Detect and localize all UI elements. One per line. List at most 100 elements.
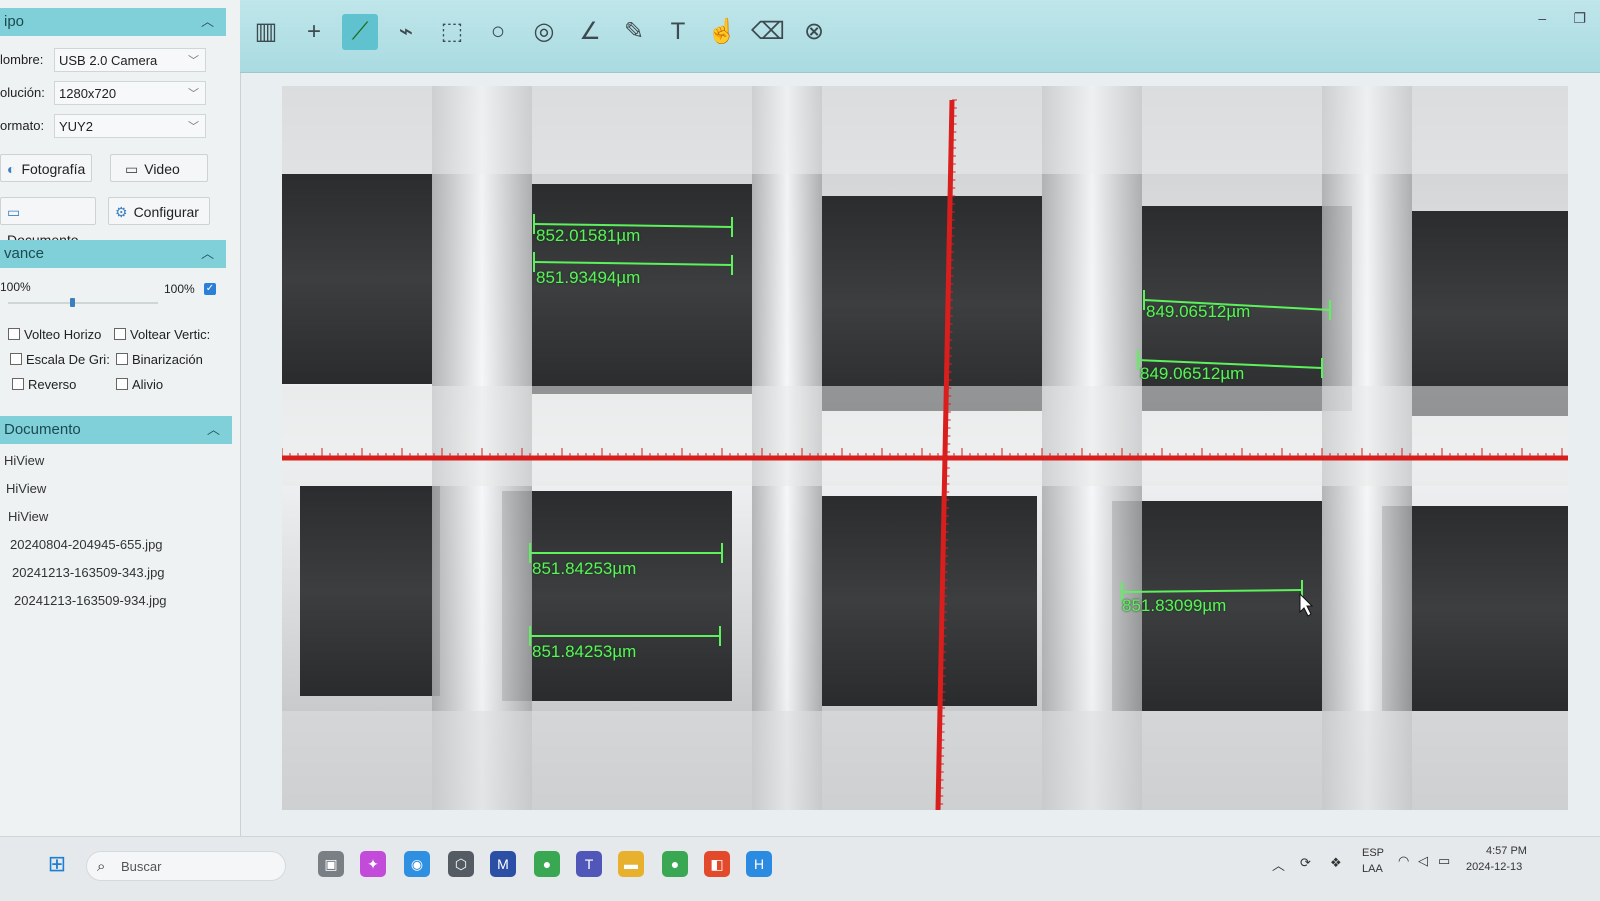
polyline-icon[interactable]: ⌁ [388, 14, 424, 50]
camera-preview[interactable]: 852.01581µm 851.93494µm 849.06512µm 849.… [282, 86, 1568, 810]
taskbar: ⊞ ⌕ Buscar ▣ ✦ ◉ ⬡ M ● T ▬ ● ◧ H ︿ ⟳ ❖ E… [0, 836, 1600, 901]
gear-icon: ⚙ [115, 204, 128, 220]
checkbox-volteo-horizontal[interactable]: Volteo Horizo [8, 327, 101, 342]
app-window: ipo ︿ lombre: USB 2.0 Camera ﹀ olución: … [0, 0, 1600, 860]
file-list-item[interactable]: 20241213-163509-934.jpg [14, 593, 167, 608]
checkbox-box[interactable] [114, 328, 126, 340]
format-select[interactable]: YUY2 ﹀ [54, 114, 206, 138]
file-list-item[interactable]: 20241213-163509-343.jpg [12, 565, 165, 580]
checkbox-box[interactable] [10, 353, 22, 365]
measurement-label[interactable]: 849.06512µm [1140, 364, 1244, 384]
checkbox-label: Volteo Horizo [24, 327, 102, 342]
folder-icon: ▭ [7, 204, 21, 220]
chrome-icon[interactable]: ● [534, 851, 560, 877]
checkbox-label: Alivio [132, 377, 164, 392]
pencil-icon[interactable]: ✎ [616, 14, 652, 50]
measurement-label[interactable]: 852.01581µm [536, 226, 640, 246]
volume-icon[interactable]: ◁ [1418, 853, 1428, 869]
chevron-up-icon[interactable]: ︿ [207, 416, 220, 444]
format-value: YUY2 [59, 119, 93, 134]
teams-icon[interactable]: T [576, 851, 602, 877]
sync-icon[interactable]: ⟳ [1300, 855, 1311, 871]
angle-icon[interactable]: ∠ [572, 14, 608, 50]
checkbox-binarizacion[interactable]: Binarización [116, 352, 203, 367]
windows-start-icon[interactable]: ⊞ [44, 851, 70, 877]
clock-time[interactable]: 4:57 PM [1486, 845, 1527, 857]
crosshair-icon[interactable]: + [296, 14, 332, 50]
dropbox-icon[interactable]: ❖ [1330, 855, 1342, 871]
resolution-select[interactable]: 1280x720 ﹀ [54, 81, 206, 105]
minimize-icon[interactable]: – [1538, 10, 1546, 26]
section-header-avance[interactable]: vance ︿ [0, 240, 226, 268]
configurar-button[interactable]: ⚙ Configurar [108, 197, 210, 225]
chevron-up-icon[interactable]: ︿ [1272, 855, 1285, 874]
maximize-icon[interactable]: ❐ [1573, 10, 1586, 26]
chevron-up-icon[interactable]: ︿ [201, 240, 214, 268]
copilot-icon[interactable]: ✦ [360, 851, 386, 877]
measurement-label[interactable]: 851.83099µm [1122, 596, 1226, 616]
camera-name-select[interactable]: USB 2.0 Camera ﹀ [54, 48, 206, 72]
hand-icon[interactable]: ☝ [704, 14, 740, 50]
line-measure-icon[interactable]: ⟋ [342, 14, 378, 50]
window-controls: – ❐ [1538, 10, 1586, 27]
measurement-label[interactable]: 851.93494µm [536, 268, 640, 288]
close-circle-icon[interactable]: ⊗ [796, 14, 832, 50]
measurement-toolbar: ▥ + ⟋ ⌁ ⬚ ○ ◎ ∠ ✎ T ☝ ⌫ ⊗ – ❐ [240, 0, 1600, 73]
checkbox-box[interactable] [116, 378, 128, 390]
chevron-up-icon[interactable]: ︿ [201, 8, 214, 36]
checkbox-escala-grises[interactable]: Escala De Gri: [10, 352, 110, 367]
concentric-circle-icon[interactable]: ◎ [526, 14, 562, 50]
checkbox-label: Reverso [28, 377, 77, 392]
chevron-down-icon: ﹀ [188, 121, 199, 133]
chrome-profile-icon[interactable]: ● [662, 851, 688, 877]
taskbar-search[interactable]: ⌕ Buscar [86, 851, 286, 881]
rectangle-icon[interactable]: ⬚ [434, 14, 470, 50]
section-header-documento[interactable]: Documento ︿ [0, 416, 232, 444]
file-explorer-icon[interactable]: ▬ [618, 851, 644, 877]
video-label: Video [144, 161, 180, 177]
task-view-icon[interactable]: ▣ [318, 851, 344, 877]
circle-icon[interactable]: ○ [480, 14, 516, 50]
hiview-app-icon[interactable]: H [746, 851, 772, 877]
wifi-icon[interactable]: ◠ [1398, 853, 1409, 869]
zoom-slider-track[interactable] [8, 302, 158, 304]
language-indicator[interactable]: ESP [1362, 847, 1384, 859]
file-list-item[interactable]: HiView [8, 509, 48, 524]
text-icon[interactable]: T [660, 14, 696, 50]
video-button[interactable]: ▭ Video [110, 154, 208, 182]
chevron-down-icon: ﹀ [188, 55, 199, 67]
office-icon[interactable]: ◧ [704, 851, 730, 877]
app-icon[interactable]: M [490, 851, 516, 877]
nombre-label: lombre: [0, 52, 44, 67]
checkbox-alivio[interactable]: Alivio [116, 377, 163, 392]
zoom-slider-handle[interactable] [70, 298, 75, 307]
battery-icon[interactable]: ▭ [1438, 853, 1450, 869]
checkbox-box[interactable] [8, 328, 20, 340]
section-title: vance [4, 245, 45, 262]
edge-icon[interactable]: ◉ [404, 851, 430, 877]
camera-name-value: USB 2.0 Camera [59, 53, 158, 68]
checkbox-reverso[interactable]: Reverso [12, 377, 76, 392]
measurement-label[interactable]: 849.06512µm [1146, 302, 1250, 322]
file-list-item[interactable]: 20240804-204945-655.jpg [10, 537, 163, 552]
clock-date[interactable]: 2024-12-13 [1466, 861, 1522, 873]
columns-tool-icon[interactable]: ▥ [248, 14, 284, 50]
measurement-label[interactable]: 851.84253µm [532, 559, 636, 579]
checkbox-box[interactable] [12, 378, 24, 390]
documento-button[interactable]: ▭Documento [0, 197, 96, 248]
zoom-checkbox[interactable]: ✓ [204, 283, 216, 295]
checkbox-voltear-vertical[interactable]: Voltear Vertic: [114, 327, 210, 342]
file-list-item[interactable]: HiView [4, 453, 44, 468]
section-header-equipo[interactable]: ipo ︿ [0, 8, 226, 36]
file-list-item[interactable]: HiView [6, 481, 46, 496]
configurar-label: Configurar [133, 204, 199, 220]
fotografia-button[interactable]: ◐ Fotografía [0, 154, 92, 182]
erase-icon[interactable]: ⌫ [750, 14, 786, 50]
checkbox-label: Escala De Gri: [26, 352, 110, 367]
settings-app-icon[interactable]: ⬡ [448, 851, 474, 877]
checkbox-box[interactable] [116, 353, 128, 365]
checkbox-label: Voltear Vertic: [130, 327, 211, 342]
measurement-label[interactable]: 851.84253µm [532, 642, 636, 662]
zoom-left-value: 100% [0, 280, 31, 294]
search-icon: ⌕ [97, 858, 106, 875]
